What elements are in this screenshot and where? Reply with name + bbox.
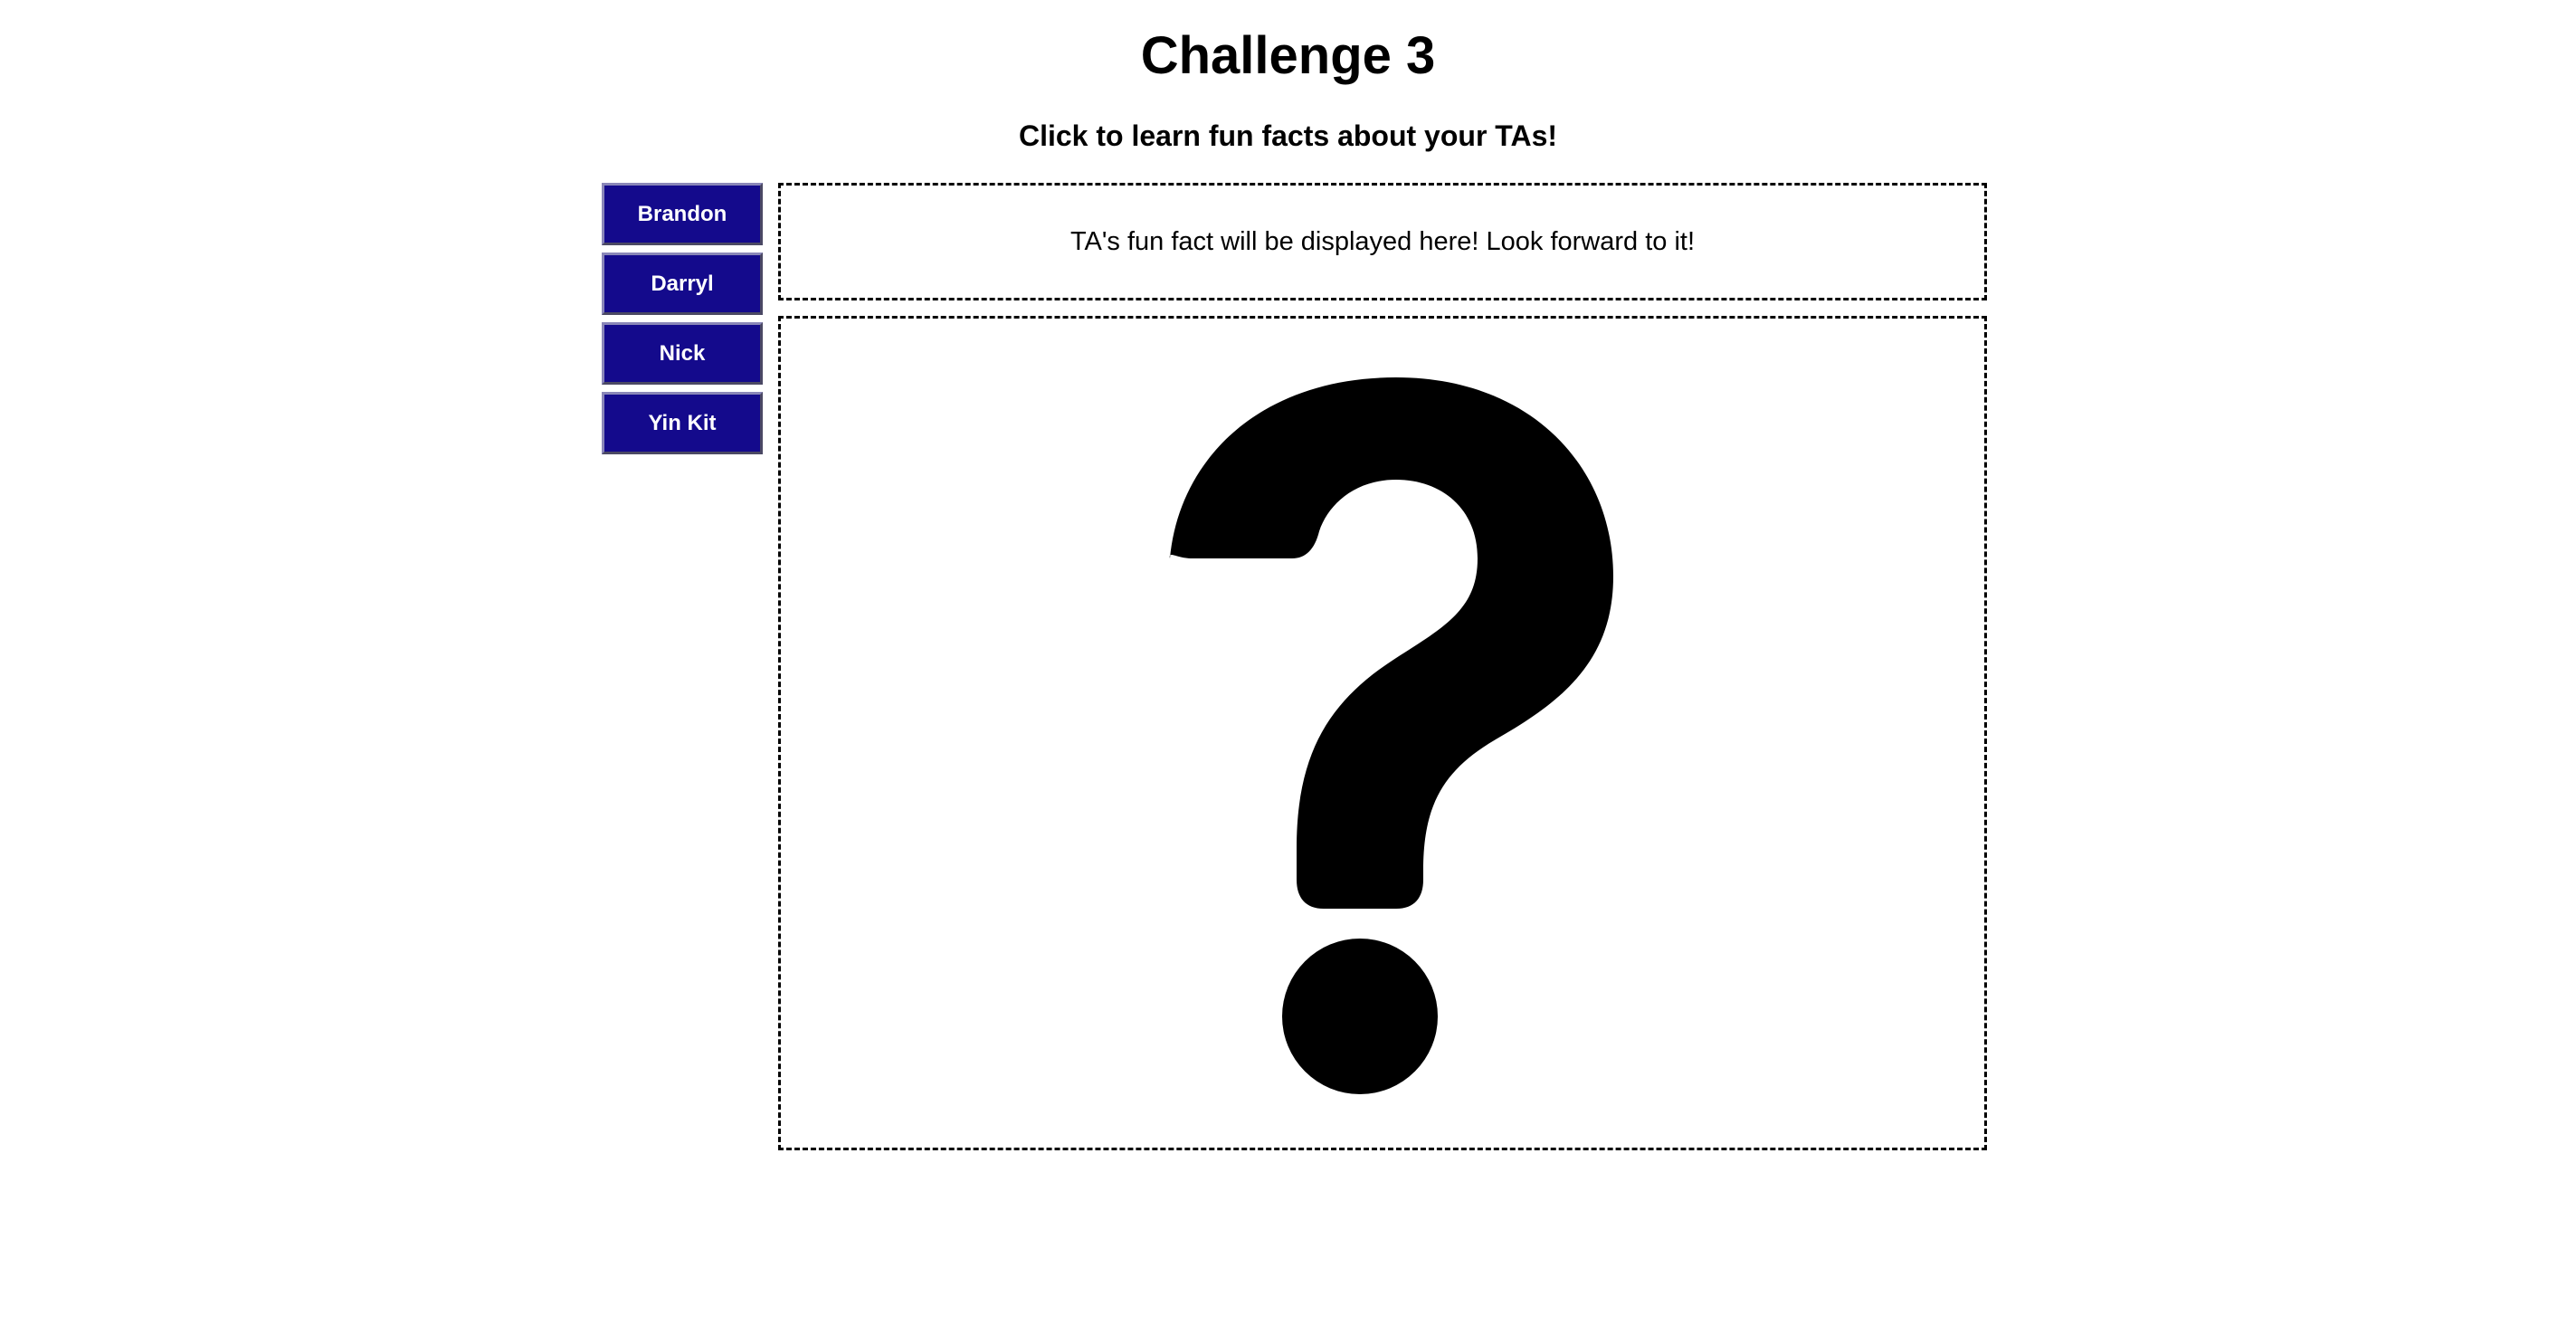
ta-button-brandon[interactable]: Brandon [602, 183, 763, 245]
ta-button-darryl[interactable]: Darryl [602, 253, 763, 315]
fun-fact-text: TA's fun fact will be displayed here! Lo… [1069, 227, 1696, 256]
page-title: Challenge 3 [1140, 26, 1436, 85]
page-subtitle: Click to learn fun facts about your TAs! [1018, 119, 1558, 152]
ta-image-box [778, 316, 1987, 1150]
ta-button-list: Brandon Darryl Nick Yin Kit [602, 183, 763, 462]
ta-button-nick[interactable]: Nick [602, 322, 763, 385]
ta-button-yin-kit[interactable]: Yin Kit [602, 392, 763, 454]
page: Challenge 3 Click to learn fun facts abo… [0, 0, 2576, 1325]
fun-fact-box: TA's fun fact will be displayed here! Lo… [778, 183, 1987, 300]
question-mark-icon [1169, 377, 1613, 1094]
